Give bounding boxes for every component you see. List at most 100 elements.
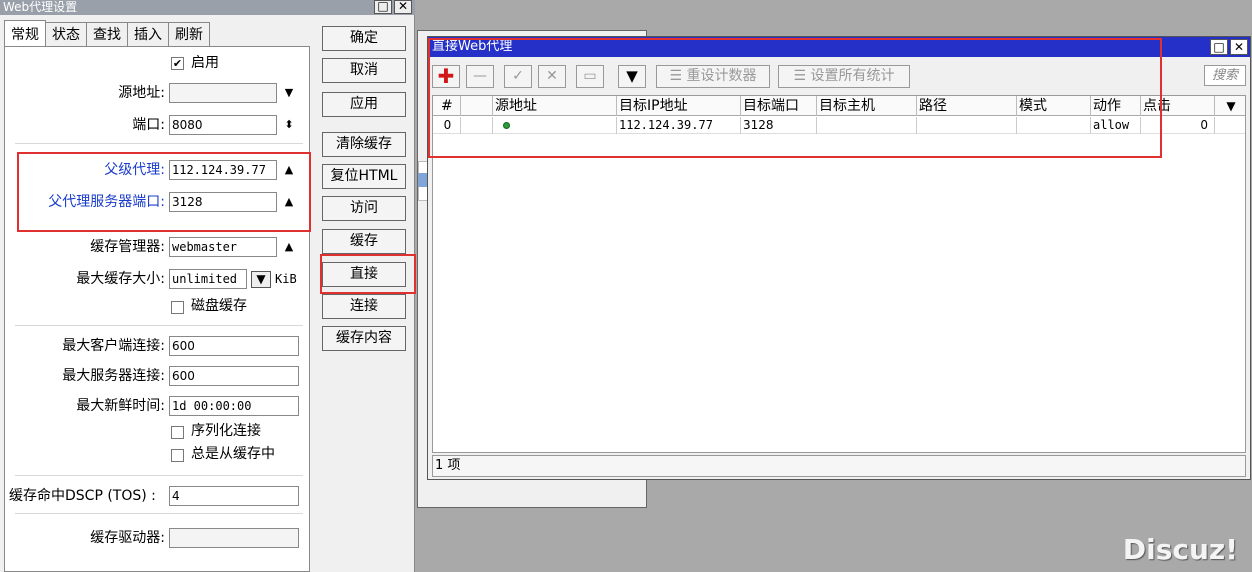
disk-cache-label: 磁盘缓存 [191, 298, 247, 314]
cache-admin-input[interactable]: webmaster [169, 237, 277, 257]
col-path[interactable]: 路径 [917, 96, 1017, 116]
row-path [917, 117, 1017, 134]
reset-all-stats-label: 设置所有统计 [810, 68, 895, 84]
parent-port-label: 父代理服务器端口: [48, 194, 165, 210]
direct-titlebar[interactable]: 直接Web代理 □ ✕ [428, 37, 1250, 57]
row-mode [1017, 117, 1091, 134]
parent-port-input[interactable]: 3128 [169, 192, 277, 212]
src-address-input[interactable] [169, 83, 277, 103]
max-client-label: 最大客户端连接: [62, 338, 165, 354]
table-row[interactable]: 0 112.124.39.77 3128 allow 0 [433, 117, 1245, 134]
max-cache-input[interactable]: unlimited [169, 269, 247, 289]
direct-web-proxy-window: 直接Web代理 □ ✕ ✚ — ✓ ✕ ▭ ▼ ☰ 重设计数器 ☰ 设置所有统计… [427, 36, 1251, 480]
direct-title: 直接Web代理 [432, 39, 513, 54]
clear-cache-button[interactable]: 清除缓存 [322, 132, 406, 157]
max-server-input[interactable]: 600 [169, 366, 299, 386]
dropdown-arrow-icon[interactable]: ▼ [251, 271, 271, 288]
tab-status[interactable]: 状态 [45, 22, 87, 46]
col-hits[interactable]: 点击 [1141, 96, 1215, 116]
serialize-label: 序列化连接 [191, 423, 261, 439]
reset-html-button[interactable]: 复位HTML [322, 164, 406, 189]
collapse-arrow-icon[interactable]: ▲ [282, 240, 296, 254]
max-cache-unit: KiB [275, 272, 297, 286]
max-fresh-input[interactable]: 1d 00:00:00 [169, 396, 299, 416]
port-label: 端口: [132, 117, 165, 133]
tab-general[interactable]: 常规 [4, 20, 46, 46]
divider [15, 475, 303, 476]
settings-title: Web代理设置 [3, 0, 78, 14]
always-cache-checkbox[interactable] [171, 449, 184, 462]
dropdown-arrow-icon[interactable]: ▼ [282, 86, 296, 100]
reset-all-stats-button[interactable]: ☰ 设置所有统计 [778, 65, 910, 88]
tab-insert[interactable]: 插入 [127, 22, 169, 46]
list-icon: ☰ [669, 68, 687, 84]
dscp-label: 缓存命中DSCP (TOS) : [9, 488, 156, 504]
ok-button[interactable]: 确定 [322, 26, 406, 51]
maximize-icon[interactable]: □ [1210, 39, 1228, 55]
col-mode[interactable]: 模式 [1017, 96, 1091, 116]
spinner-icon[interactable]: ⬍ [282, 118, 296, 132]
apply-button[interactable]: 应用 [322, 92, 406, 117]
add-icon[interactable]: ✚ [432, 65, 460, 88]
serialize-checkbox[interactable] [171, 426, 184, 439]
max-cache-label: 最大缓存大小: [76, 271, 165, 287]
max-server-label: 最大服务器连接: [62, 368, 165, 384]
remove-icon[interactable]: — [466, 65, 494, 88]
table-header: # 源地址 目标IP地址 目标端口 目标主机 路径 模式 动作 点击 ▼ [433, 96, 1245, 116]
collapse-arrow-icon[interactable]: ▲ [282, 195, 296, 209]
maximize-icon[interactable]: □ [374, 0, 392, 14]
col-dst-ip[interactable]: 目标IP地址 [617, 96, 741, 116]
enable-check-icon[interactable]: ✓ [504, 65, 532, 88]
collapse-arrow-icon[interactable]: ▲ [282, 163, 296, 177]
col-number[interactable]: # [433, 96, 461, 116]
filter-icon[interactable]: ▼ [618, 65, 646, 88]
disk-cache-checkbox[interactable] [171, 301, 184, 314]
close-icon[interactable]: ✕ [394, 0, 412, 14]
max-client-input[interactable]: 600 [169, 336, 299, 356]
reset-counters-button[interactable]: ☰ 重设计数器 [656, 65, 770, 88]
port-input[interactable]: 8080 [169, 115, 277, 135]
col-flag[interactable] [461, 96, 493, 116]
access-button[interactable]: 访问 [322, 196, 406, 221]
dscp-input[interactable]: 4 [169, 486, 299, 506]
col-src-address[interactable]: 源地址 [493, 96, 617, 116]
status-bar: 1 项 [432, 455, 1246, 477]
close-icon[interactable]: ✕ [1230, 39, 1248, 55]
watermark: Discuz! [1122, 533, 1238, 566]
cache-drive-label: 缓存驱动器: [90, 530, 165, 546]
disable-x-icon[interactable]: ✕ [538, 65, 566, 88]
direct-button[interactable]: 直接 [322, 262, 406, 287]
tab-lookup[interactable]: 查找 [86, 22, 128, 46]
col-dst-port[interactable]: 目标端口 [741, 96, 817, 116]
reset-counters-label: 重设计数器 [686, 68, 757, 84]
row-dst-ip: 112.124.39.77 [617, 117, 741, 134]
comment-icon[interactable]: ▭ [576, 65, 604, 88]
direct-toolbar: ✚ — ✓ ✕ ▭ ▼ ☰ 重设计数器 ☰ 设置所有统计 搜索 [428, 59, 1250, 91]
settings-titlebar[interactable]: Web代理设置 □ ✕ [0, 0, 415, 15]
row-hits: 0 [1141, 117, 1215, 134]
column-menu-icon[interactable]: ▼ [1215, 96, 1245, 116]
search-input[interactable]: 搜索 [1204, 65, 1246, 86]
enabled-label: 启用 [191, 55, 219, 71]
cache-drive-input[interactable] [169, 528, 299, 548]
divider [15, 513, 303, 514]
col-dst-host[interactable]: 目标主机 [817, 96, 917, 116]
divider [15, 325, 303, 326]
row-dst-port: 3128 [741, 117, 817, 134]
web-proxy-settings-window: Web代理设置 □ ✕ 常规 状态 查找 插入 刷新 ✔ 启用 源地址: ▼ 端… [0, 0, 415, 572]
parent-proxy-input[interactable]: 112.124.39.77 [169, 160, 277, 180]
status-dot-icon [503, 122, 510, 129]
cache-admin-label: 缓存管理器: [90, 239, 165, 255]
src-address-label: 源地址: [118, 85, 165, 101]
row-src-address [493, 117, 617, 134]
cache-button[interactable]: 缓存 [322, 229, 406, 254]
settings-tabs: 常规 状态 查找 插入 刷新 [4, 20, 210, 46]
connections-button[interactable]: 连接 [322, 294, 406, 319]
parent-proxy-label: 父级代理: [104, 162, 165, 178]
col-action[interactable]: 动作 [1091, 96, 1141, 116]
general-panel: ✔ 启用 源地址: ▼ 端口: 8080 ⬍ 父级代理: 112.124.39.… [4, 46, 310, 572]
cancel-button[interactable]: 取消 [322, 58, 406, 83]
tab-refresh[interactable]: 刷新 [168, 22, 210, 46]
cache-contents-button[interactable]: 缓存内容 [322, 326, 406, 351]
enabled-checkbox[interactable]: ✔ [171, 57, 184, 70]
